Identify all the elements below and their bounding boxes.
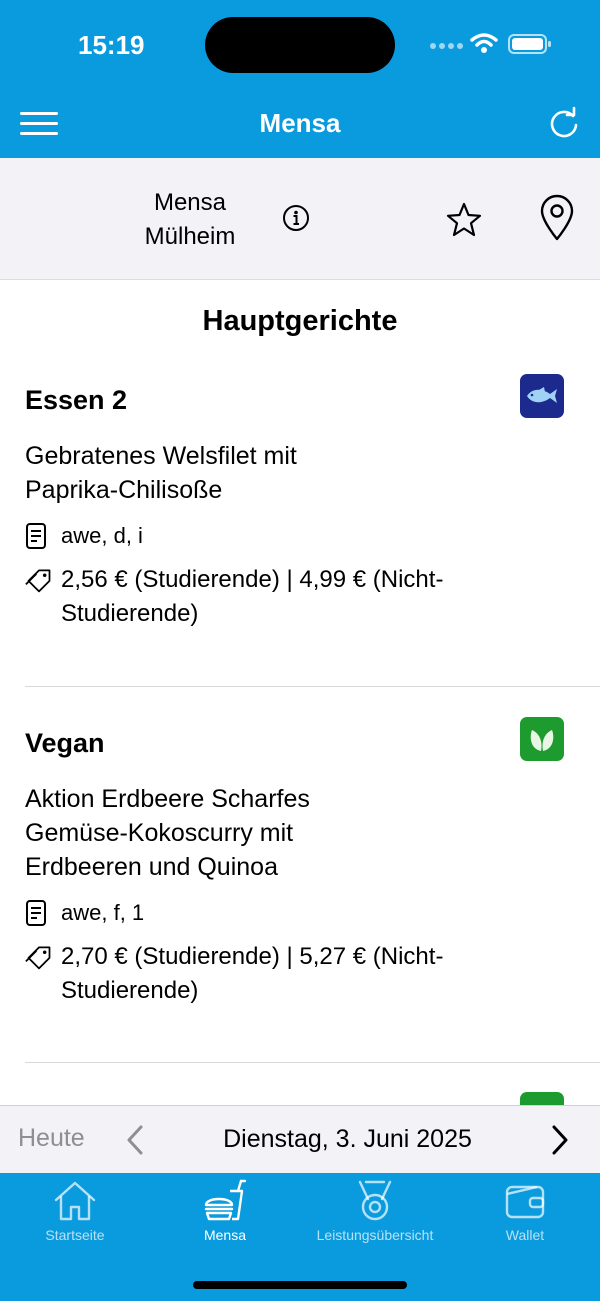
allergens-row: awe, d, i xyxy=(25,519,575,553)
info-icon[interactable] xyxy=(281,203,311,233)
dynamic-island xyxy=(205,17,395,73)
medal-icon xyxy=(358,1180,392,1221)
allergens-row: awe, f, 1 xyxy=(25,896,575,930)
price-row: 2,70 € (Studierende) | 5,27 € (Nicht-Stu… xyxy=(25,940,575,1008)
battery-icon xyxy=(508,34,551,54)
meal-description: Gebratenes Welsfilet mit Paprika-Chiliso… xyxy=(25,442,297,504)
date-navigation-bar: Heute Dienstag, 3. Juni 2025 xyxy=(0,1105,600,1173)
tab-label: Leistungsübersicht xyxy=(316,1227,434,1243)
refresh-icon[interactable] xyxy=(546,106,582,142)
status-time: 15:19 xyxy=(78,30,145,60)
top-bar: 15:19 Mensa xyxy=(0,0,600,158)
allergens-text: awe, f, 1 xyxy=(61,900,145,925)
leaf-icon xyxy=(520,717,564,761)
document-icon xyxy=(25,896,53,930)
page-title: Mensa xyxy=(259,108,341,138)
price-text: 2,70 € (Studierende) | 5,27 € (Nicht-Stu… xyxy=(61,943,444,1004)
price-text: 2,56 € (Studierende) | 4,99 € (Nicht-Stu… xyxy=(61,566,444,627)
meal-card[interactable]: Essen 2 Gebratenes Welsfilet mit Paprika… xyxy=(25,374,575,631)
fish-icon xyxy=(520,374,564,418)
document-icon xyxy=(25,519,53,553)
meal-card[interactable]: Vegan Aktion Erdbeere Scharfes Gemüse-Ko… xyxy=(25,717,575,1008)
tab-label: Startseite xyxy=(45,1227,105,1243)
tab-startseite[interactable]: Startseite xyxy=(0,1179,150,1251)
cellular-signal-icon xyxy=(430,43,463,49)
price-row: 2,56 € (Studierende) | 4,99 € (Nicht-Stu… xyxy=(25,563,575,631)
house-icon xyxy=(54,1181,96,1221)
divider xyxy=(25,1062,600,1063)
tab-label: Mensa xyxy=(203,1227,247,1243)
today-button[interactable]: Heute xyxy=(18,1124,85,1153)
favorite-star-icon[interactable] xyxy=(444,200,484,240)
meal-name: Vegan xyxy=(25,728,105,758)
tab-leistungsuebersicht[interactable]: Leistungsübersicht xyxy=(300,1179,450,1251)
wifi-icon xyxy=(470,33,498,53)
chevron-right-icon[interactable] xyxy=(549,1124,571,1156)
wallet-icon xyxy=(505,1185,545,1219)
tab-mensa[interactable]: Mensa xyxy=(150,1179,300,1251)
meal-description: Aktion Erdbeere Scharfes Gemüse-Kokoscur… xyxy=(25,785,310,881)
price-tag-icon xyxy=(25,940,53,974)
chevron-left-icon[interactable] xyxy=(124,1124,146,1156)
location-pin-icon[interactable] xyxy=(538,194,576,242)
tab-label: Wallet xyxy=(505,1227,545,1243)
mensa-selector: Mensa Mülheim xyxy=(0,158,600,280)
home-indicator xyxy=(193,1281,407,1289)
meal-name: Essen 2 xyxy=(25,385,128,415)
tab-wallet[interactable]: Wallet xyxy=(450,1179,600,1251)
allergens-text: awe, d, i xyxy=(61,523,143,548)
divider xyxy=(25,686,600,687)
burger-drink-icon xyxy=(204,1179,247,1221)
price-tag-icon xyxy=(25,563,53,597)
mensa-name[interactable]: Mensa Mülheim xyxy=(120,186,260,254)
selected-date: Dienstag, 3. Juni 2025 xyxy=(223,1125,472,1153)
section-title: Hauptgerichte xyxy=(202,305,398,337)
